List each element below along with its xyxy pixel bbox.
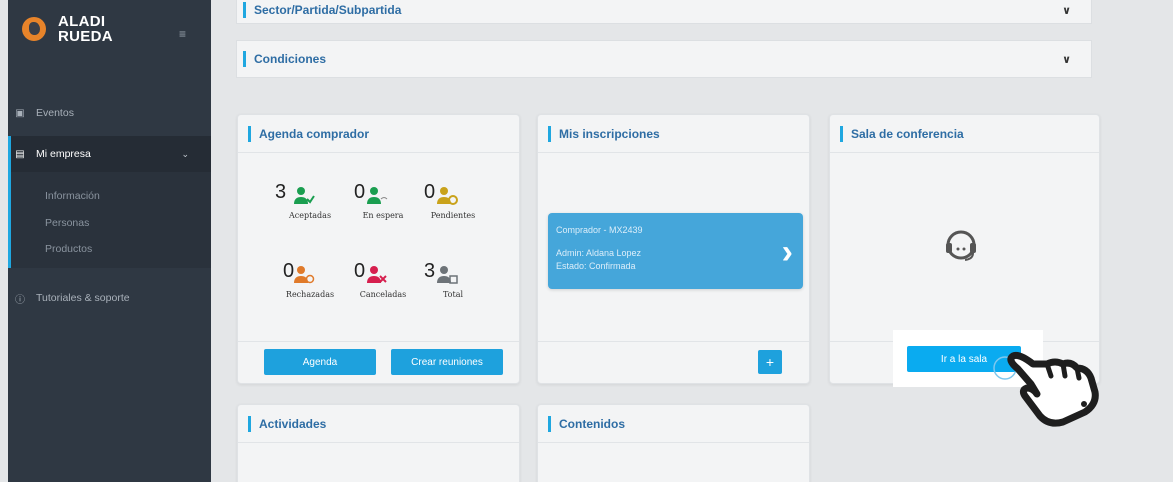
person-block-icon [294,266,315,284]
card-title: Actividades [259,416,327,431]
sidebar-item-label: Tutoriales & soporte [36,292,130,304]
inscripcion-heading: Comprador - MX2439 [556,225,643,235]
help-circle-icon: ⓘ [15,294,25,306]
sidebar-item-tutoriales[interactable]: ⓘ Tutoriales & soporte [8,288,211,308]
headset-icon [946,230,976,261]
card-title: Contenidos [559,416,625,431]
brand-line-1: ALADI [58,13,106,30]
card-title: Mis inscripciones [559,126,660,141]
agenda-card: Agenda comprador 3 Aceptadas 0 En espera… [237,114,520,384]
card-title: Sala de conferencia [851,126,964,141]
chevron-right-icon[interactable]: › [782,233,793,272]
inscripcion-item[interactable]: Comprador - MX2439 Admin: Aldana Lopez E… [548,213,803,289]
submenu-item-personas[interactable]: Personas [45,217,89,229]
contenidos-card: Contenidos [537,404,810,482]
agenda-button[interactable]: Agenda [264,349,376,375]
sidebar-item-eventos[interactable]: ▣ Eventos [8,103,211,123]
calendar-icon: ▣ [15,107,25,119]
person-clock-icon [437,187,458,205]
accordion-sector[interactable]: Sector/Partida/Subpartida ∨ [236,0,1092,24]
actividades-card: Actividades [237,404,520,482]
accordion-label: Sector/Partida/Subpartida [254,3,402,17]
accordion-label: Condiciones [254,52,327,66]
submenu-item-informacion[interactable]: Información [45,190,100,202]
person-check-icon [294,187,315,204]
chevron-down-icon: ∨ [1062,4,1071,17]
logo-icon [22,17,46,41]
person-wait-icon [367,187,388,204]
briefcase-icon: ▤ [15,148,25,160]
app-logo: ALADI RUEDA [22,14,113,44]
sidebar-item-label: Mi empresa [36,148,91,160]
inscripcion-estado: Estado: Confirmada [556,261,636,271]
person-x-icon [367,266,387,283]
inscripciones-card: Mis inscripciones Comprador - MX2439 Adm… [537,114,810,384]
person-calendar-icon [437,266,458,284]
submenu: Información Personas Productos [8,172,211,268]
hand-pointer-icon [993,351,1099,427]
inscripcion-admin: Admin: Aldana Lopez [556,248,642,258]
card-title: Agenda comprador [259,126,370,141]
menu-collapse-icon[interactable]: ≡ [179,27,186,41]
chevron-down-icon: ⌄ [181,148,189,159]
sidebar-item-label: Eventos [36,107,74,119]
submenu-item-productos[interactable]: Productos [45,243,92,255]
sidebar-item-mi-empresa[interactable]: ▤ Mi empresa ⌄ [8,136,211,172]
add-inscripcion-button[interactable]: + [758,350,782,374]
chevron-down-icon: ∨ [1062,53,1071,66]
crear-reuniones-button[interactable]: Crear reuniones [391,349,503,375]
brand-line-2: RUEDA [58,28,113,45]
accordion-condiciones[interactable]: Condiciones ∨ [236,40,1092,78]
sidebar: ALADI RUEDA ≡ ▣ Eventos ▤ Mi empresa ⌄ I… [8,0,211,482]
